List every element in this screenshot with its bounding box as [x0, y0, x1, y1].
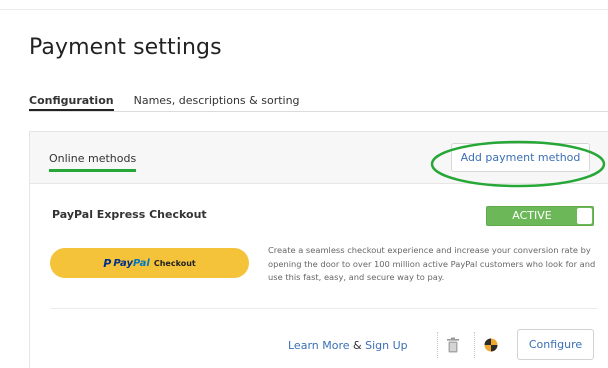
- separator: [437, 332, 438, 358]
- paypal-brand-pal: Pal: [132, 257, 150, 269]
- page-title: Payment settings: [29, 35, 222, 60]
- payment-method-title: PayPal Express Checkout: [52, 208, 207, 221]
- tab-bar: Configuration Names, descriptions & sort…: [29, 93, 320, 113]
- payment-method-description: Create a seamless checkout experience an…: [268, 245, 596, 282]
- tab-names-descriptions-sorting[interactable]: Names, descriptions & sorting: [134, 93, 300, 112]
- tabs-divider: [29, 111, 608, 112]
- toggle-knob: [577, 208, 592, 224]
- configure-button[interactable]: Configure: [517, 329, 594, 360]
- active-toggle-label: ACTIVE: [512, 209, 552, 222]
- active-toggle[interactable]: ACTIVE: [486, 206, 594, 226]
- panel-divider: [50, 308, 598, 309]
- paypal-checkout-label: Checkout: [153, 258, 196, 268]
- learn-more-link[interactable]: Learn More: [288, 339, 350, 352]
- add-payment-method-button[interactable]: Add payment method: [451, 143, 590, 172]
- panel-header: Online methods Add payment method: [30, 132, 608, 188]
- online-methods-tab[interactable]: Online methods: [49, 152, 137, 172]
- top-divider: [0, 9, 608, 10]
- paypal-logo: P Pay Pal Checkout: [103, 257, 195, 270]
- payment-methods-panel: Online methods Add payment method PayPal…: [29, 131, 608, 368]
- ampersand-text: &: [353, 339, 362, 352]
- sign-up-link[interactable]: Sign Up: [365, 339, 408, 352]
- tab-configuration[interactable]: Configuration: [29, 93, 114, 112]
- paypal-brand-pay: Pay: [113, 257, 133, 269]
- paypal-p-icon: P: [103, 256, 112, 270]
- trash-icon[interactable]: [446, 337, 460, 353]
- footer-links: Learn More & Sign Up: [288, 339, 408, 352]
- separator: [474, 332, 475, 358]
- paypal-checkout-button[interactable]: P Pay Pal Checkout: [50, 248, 249, 278]
- pie-chart-icon[interactable]: [484, 338, 498, 352]
